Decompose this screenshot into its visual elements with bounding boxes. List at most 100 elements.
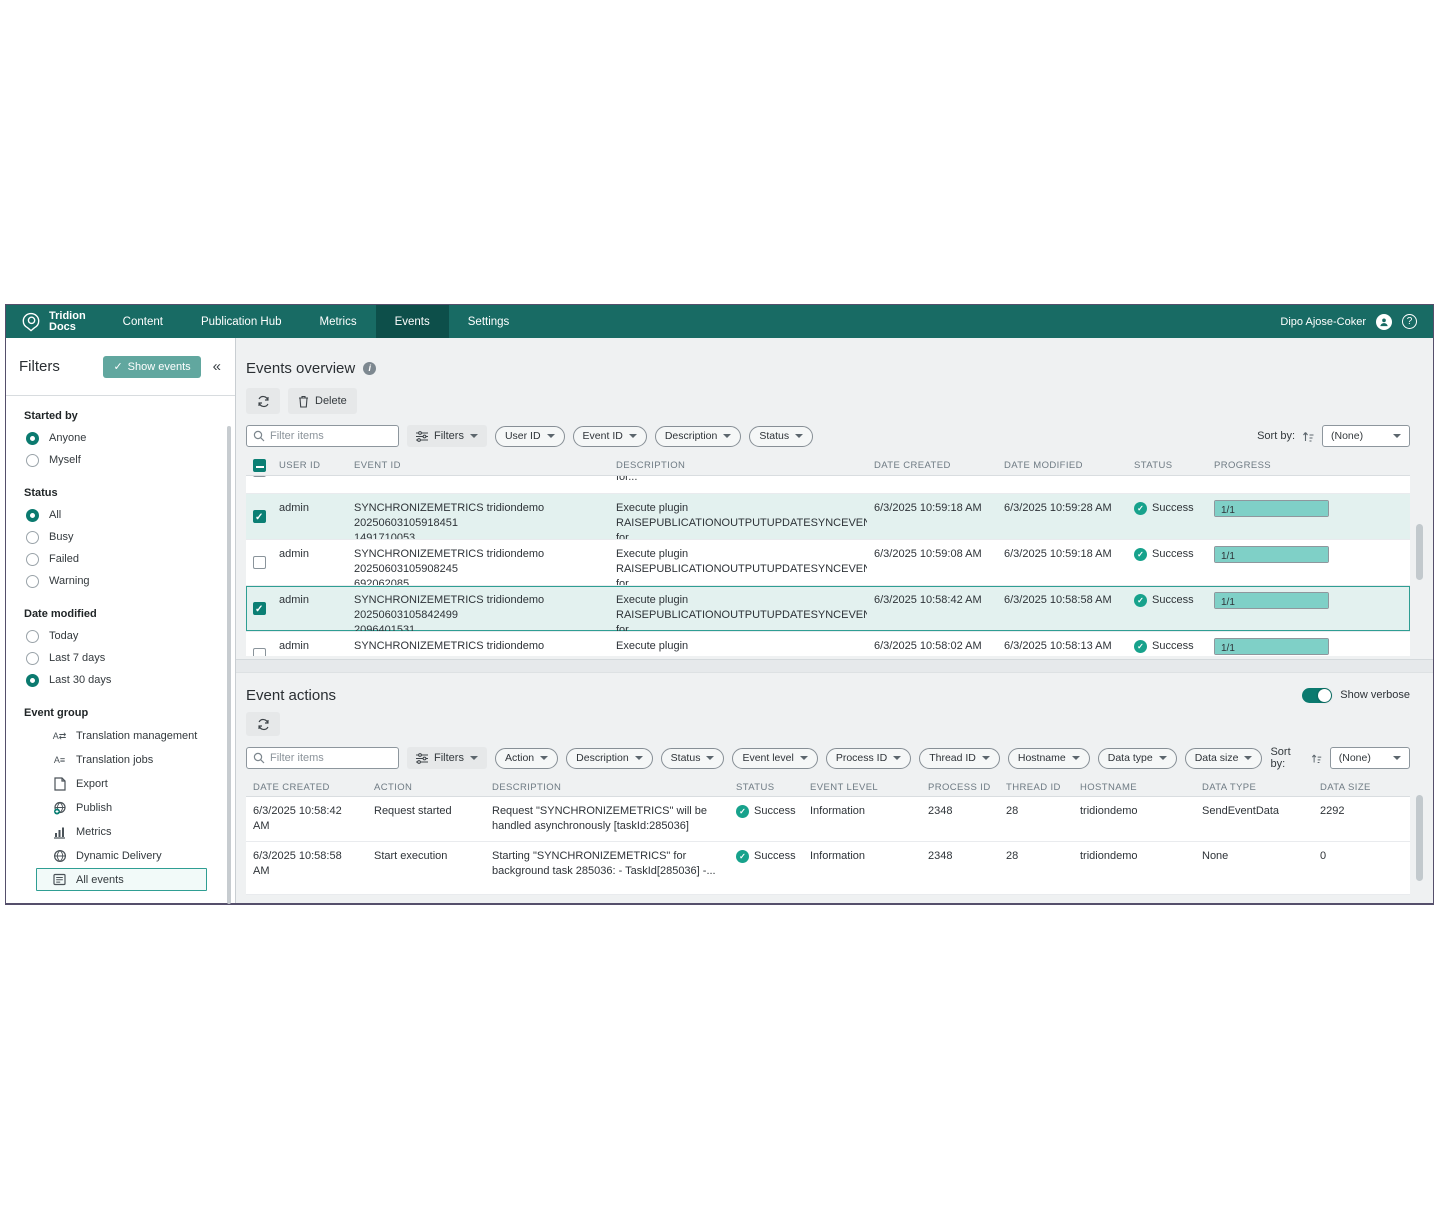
table-row[interactable]: admin SYNCHRONIZEMETRICS tridiondemo 202… xyxy=(246,586,1410,632)
radio-icon xyxy=(26,531,39,544)
sort-order-icon[interactable] xyxy=(1302,430,1315,443)
help-icon[interactable]: ? xyxy=(1402,314,1417,329)
col-date-created: DATE CREATED xyxy=(867,460,997,471)
col-process-id: PROCESS ID xyxy=(921,782,999,793)
radio-busy[interactable]: Busy xyxy=(6,526,235,548)
all-events-icon xyxy=(52,872,67,887)
overview-filter-input[interactable] xyxy=(270,430,392,442)
row-checkbox[interactable] xyxy=(253,476,266,477)
event-group-all-events[interactable]: All events xyxy=(36,868,207,891)
radio-warning[interactable]: Warning xyxy=(6,570,235,592)
pill-action[interactable]: Action xyxy=(495,748,558,769)
status-badge: Success xyxy=(1152,547,1194,562)
overview-scrollbar[interactable] xyxy=(1416,524,1423,580)
table-row[interactable]: admin SYNCHRONIZEMETRICS tridiondemo 202… xyxy=(246,632,1410,656)
actions-scrollbar[interactable] xyxy=(1416,795,1423,881)
radio-icon xyxy=(26,553,39,566)
info-icon[interactable]: i xyxy=(363,362,376,375)
nav-item-metrics[interactable]: Metrics xyxy=(301,305,376,338)
radio-today[interactable]: Today xyxy=(6,625,235,647)
select-all-checkbox[interactable] xyxy=(253,459,266,472)
show-verbose-toggle[interactable] xyxy=(1302,688,1332,703)
radio-anyone[interactable]: Anyone xyxy=(6,427,235,449)
overview-sort-area: Sort by: (None) xyxy=(1257,425,1410,447)
collapse-sidebar-icon[interactable]: « xyxy=(209,358,225,375)
pill-thread-id[interactable]: Thread ID xyxy=(919,748,1000,769)
row-checkbox[interactable] xyxy=(253,510,266,523)
radio-all[interactable]: All xyxy=(6,504,235,526)
event-group-translation-management[interactable]: A⇄ Translation management xyxy=(6,724,235,748)
event-group-translation-jobs[interactable]: A≡ Translation jobs xyxy=(6,748,235,772)
nav-item-events[interactable]: Events xyxy=(376,305,449,338)
col-date-modified: DATE MODIFIED xyxy=(997,460,1127,471)
refresh-button[interactable] xyxy=(246,388,280,414)
col-data-size: DATA SIZE xyxy=(1313,782,1410,793)
col-action: ACTION xyxy=(367,782,485,793)
pill-description[interactable]: Description xyxy=(566,748,653,769)
radio-failed[interactable]: Failed xyxy=(6,548,235,570)
pill-user-id[interactable]: User ID xyxy=(495,426,565,447)
pill-event-id[interactable]: Event ID xyxy=(573,426,647,447)
table-row[interactable]: admin SYNCHRONIZEMETRICS tridiondemo 202… xyxy=(246,494,1410,540)
row-checkbox[interactable] xyxy=(253,556,266,569)
radio-myself[interactable]: Myself xyxy=(6,449,235,471)
radio-last-7-days[interactable]: Last 7 days xyxy=(6,647,235,669)
pill-status[interactable]: Status xyxy=(661,748,725,769)
event-group-dynamic-delivery[interactable]: Dynamic Delivery xyxy=(6,844,235,868)
row-checkbox[interactable] xyxy=(253,602,266,615)
table-row[interactable]: 6/3/2025 10:58:42 AM Request started Req… xyxy=(246,797,1410,842)
filters-sidebar: Filters ✓ Show events « Started by Anyon… xyxy=(6,338,236,903)
pill-description[interactable]: Description xyxy=(655,426,742,447)
radio-icon xyxy=(26,432,39,445)
pill-data-type[interactable]: Data type xyxy=(1098,748,1177,769)
actions-sort-select[interactable]: (None) xyxy=(1330,747,1410,769)
pill-data-size[interactable]: Data size xyxy=(1185,748,1263,769)
status-badge: Success xyxy=(754,804,796,819)
nav-menu: Content Publication Hub Metrics Events S… xyxy=(104,305,529,338)
event-group-metrics[interactable]: Metrics xyxy=(6,820,235,844)
event-group-export[interactable]: Export xyxy=(6,772,235,796)
user-avatar-icon[interactable] xyxy=(1376,314,1392,330)
radio-icon xyxy=(26,652,39,665)
success-icon: ✓ xyxy=(1134,502,1147,515)
nav-item-content[interactable]: Content xyxy=(104,305,182,338)
table-row[interactable]: 1618808989 RAISEPUBLICATIONOUTPUTUPDATES… xyxy=(246,476,1410,494)
success-icon: ✓ xyxy=(1134,548,1147,561)
success-icon: ✓ xyxy=(1134,594,1147,607)
filter-group-started-by: Started by Anyone Myself xyxy=(6,402,235,471)
delete-button[interactable]: Delete xyxy=(288,388,357,414)
pill-hostname[interactable]: Hostname xyxy=(1008,748,1090,769)
filter-group-date-modified: Date modified Today Last 7 days Last 30 … xyxy=(6,592,235,691)
radio-icon xyxy=(26,575,39,588)
brand[interactable]: TridionDocs xyxy=(6,305,104,338)
filter-group-event-group: Event group A⇄ Translation management A≡… xyxy=(6,691,235,891)
top-navbar: TridionDocs Content Publication Hub Metr… xyxy=(6,305,1433,338)
pill-status[interactable]: Status xyxy=(749,426,813,447)
sidebar-scrollbar[interactable] xyxy=(227,426,231,904)
overview-table-body: 1618808989 RAISEPUBLICATIONOUTPUTUPDATES… xyxy=(246,476,1410,656)
actions-filters-button[interactable]: Filters xyxy=(407,747,487,769)
status-badge: Success xyxy=(1152,501,1194,516)
col-thread-id: THREAD ID xyxy=(999,782,1073,793)
show-events-button[interactable]: ✓ Show events xyxy=(103,356,200,378)
group-label: Status xyxy=(6,487,235,499)
table-row[interactable]: 6/3/2025 10:58:58 AM Start execution Sta… xyxy=(246,842,1410,895)
nav-item-settings[interactable]: Settings xyxy=(449,305,529,338)
row-checkbox[interactable] xyxy=(253,648,266,656)
radio-last-30-days[interactable]: Last 30 days xyxy=(6,669,235,691)
progress-bar: 1/1 xyxy=(1214,592,1329,609)
nav-item-publication-hub[interactable]: Publication Hub xyxy=(182,305,301,338)
chevron-down-icon xyxy=(470,434,478,438)
event-group-publish[interactable]: Publish xyxy=(6,796,235,820)
chevron-down-icon xyxy=(635,756,643,760)
translation-management-icon: A⇄ xyxy=(52,729,67,744)
refresh-button[interactable] xyxy=(246,712,280,736)
overview-sort-select[interactable]: (None) xyxy=(1322,425,1410,447)
sort-order-icon[interactable] xyxy=(1311,752,1323,765)
pill-event-level[interactable]: Event level xyxy=(732,748,817,769)
chevron-down-icon xyxy=(723,434,731,438)
overview-filters-button[interactable]: Filters xyxy=(407,425,487,447)
table-row[interactable]: admin SYNCHRONIZEMETRICS tridiondemo 202… xyxy=(246,540,1410,586)
pill-process-id[interactable]: Process ID xyxy=(826,748,911,769)
actions-filter-input[interactable] xyxy=(270,752,392,764)
